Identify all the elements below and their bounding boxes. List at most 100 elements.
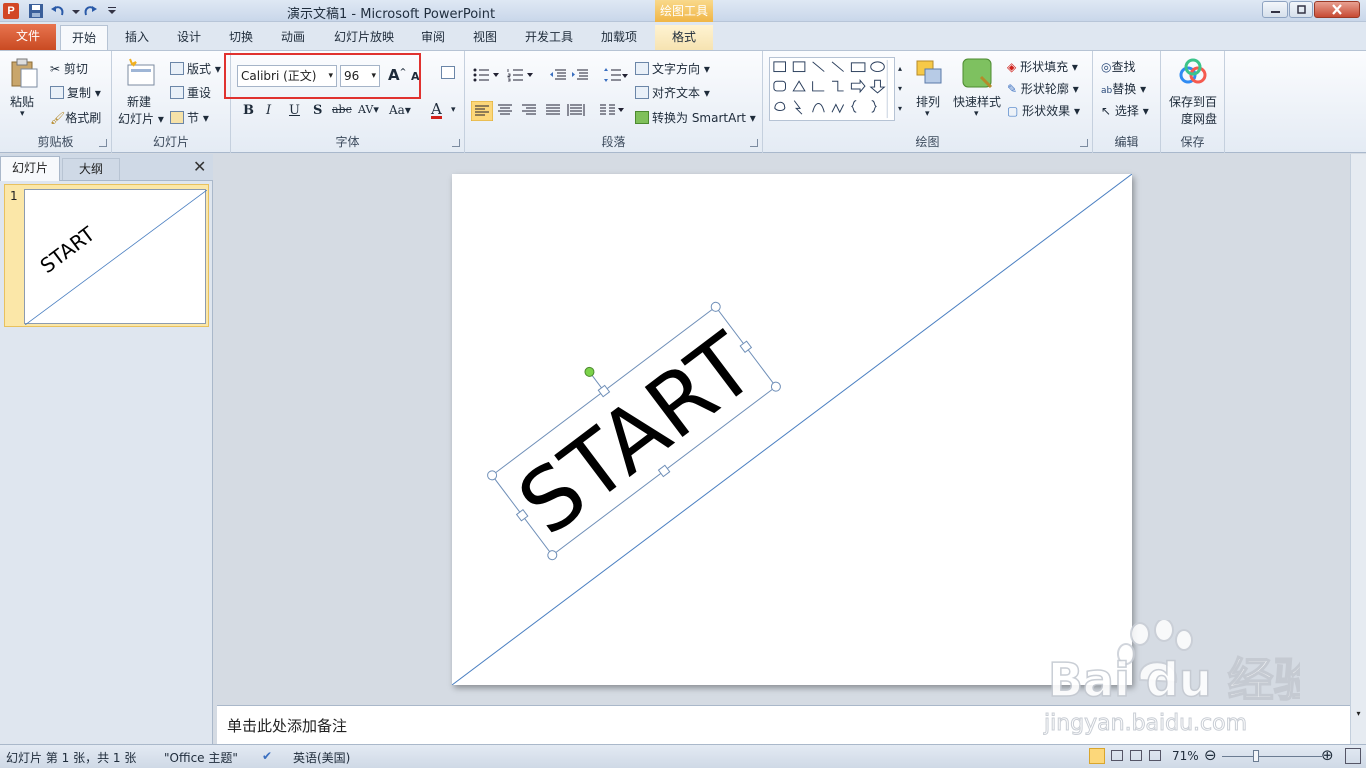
vertical-scrollbar[interactable]: ▾ bbox=[1350, 154, 1366, 744]
notes-pane[interactable]: 单击此处添加备注 bbox=[217, 705, 1350, 744]
arrange-icon[interactable] bbox=[913, 57, 945, 89]
slideshow-icon[interactable] bbox=[1149, 750, 1161, 761]
tab-outline-panel[interactable]: 大纲 bbox=[62, 158, 120, 180]
undo-icon[interactable] bbox=[50, 3, 66, 19]
save-netdisk-label2[interactable]: 度网盘 bbox=[1181, 110, 1217, 127]
resize-handle-bl[interactable] bbox=[546, 549, 559, 562]
slide-canvas[interactable]: START bbox=[451, 173, 1133, 686]
cut-button[interactable]: ✂ 剪切 bbox=[50, 60, 88, 77]
clipboard-launcher-icon[interactable] bbox=[99, 139, 107, 147]
tab-design[interactable]: 设计 bbox=[170, 25, 208, 50]
arrange-dropdown-icon[interactable]: ▾ bbox=[925, 109, 930, 119]
spellcheck-icon[interactable]: ✔ bbox=[262, 749, 272, 763]
paste-icon[interactable] bbox=[8, 57, 40, 89]
slide-sorter-icon[interactable] bbox=[1111, 750, 1123, 761]
convert-smartart-button[interactable]: 转换为 SmartArt ▾ bbox=[635, 109, 756, 126]
shadow-icon[interactable]: S bbox=[313, 103, 322, 118]
scroll-down-icon[interactable]: ▾ bbox=[1352, 709, 1365, 722]
font-color-icon[interactable]: A bbox=[431, 102, 442, 119]
theme-status[interactable]: "Office 主题" bbox=[164, 749, 238, 766]
new-slide-button[interactable]: 幻灯片 ▾ bbox=[118, 110, 164, 127]
copy-button[interactable]: 复制 ▾ bbox=[50, 84, 101, 101]
reset-button[interactable]: 重设 bbox=[170, 84, 211, 101]
tab-format[interactable]: 格式 bbox=[655, 25, 713, 50]
restore-button[interactable] bbox=[1289, 1, 1313, 18]
select-button[interactable]: ↖ 选择 ▾ bbox=[1101, 102, 1149, 119]
bullets-icon[interactable] bbox=[473, 68, 501, 82]
change-case-icon[interactable]: Aa▾ bbox=[389, 103, 411, 117]
fit-to-window-icon[interactable] bbox=[1345, 748, 1361, 764]
quick-styles-icon[interactable] bbox=[961, 57, 993, 89]
tab-slideshow[interactable]: 幻灯片放映 bbox=[326, 25, 402, 50]
reading-view-icon[interactable] bbox=[1130, 750, 1142, 761]
language-status[interactable]: 英语(美国) bbox=[293, 749, 350, 766]
resize-handle-br[interactable] bbox=[770, 380, 783, 393]
close-panel-icon[interactable]: ✕ bbox=[193, 157, 206, 176]
italic-icon[interactable]: I bbox=[266, 103, 271, 118]
tab-transitions[interactable]: 切换 bbox=[222, 25, 260, 50]
tab-developer[interactable]: 开发工具 bbox=[518, 25, 580, 50]
zoom-slider-thumb[interactable] bbox=[1253, 750, 1259, 762]
align-center-icon[interactable] bbox=[497, 103, 513, 117]
clear-formatting-icon[interactable] bbox=[441, 66, 458, 80]
bold-icon[interactable]: B bbox=[243, 103, 254, 118]
columns-icon[interactable] bbox=[599, 103, 625, 117]
tab-addins[interactable]: 加载项 bbox=[594, 25, 644, 50]
save-netdisk-label[interactable]: 保存到百 bbox=[1169, 93, 1217, 110]
resize-handle-tr[interactable] bbox=[709, 301, 722, 314]
zoom-in-icon[interactable]: ⊕ bbox=[1321, 746, 1334, 764]
paste-dropdown-icon[interactable]: ▾ bbox=[20, 109, 25, 119]
resize-handle-right[interactable] bbox=[739, 340, 753, 354]
rotate-handle[interactable] bbox=[583, 366, 596, 379]
slide-thumbnail[interactable]: START bbox=[24, 189, 208, 326]
decrease-indent-icon[interactable] bbox=[549, 68, 567, 82]
quick-styles-button[interactable]: 快速样式 bbox=[953, 93, 1001, 110]
tab-insert[interactable]: 插入 bbox=[118, 25, 156, 50]
tab-view[interactable]: 视图 bbox=[466, 25, 504, 50]
normal-view-icon[interactable] bbox=[1089, 748, 1105, 764]
save-icon[interactable] bbox=[28, 3, 44, 19]
align-text-button[interactable]: 对齐文本 ▾ bbox=[635, 84, 710, 101]
zoom-level[interactable]: 71% bbox=[1172, 749, 1199, 763]
resize-handle-tl[interactable] bbox=[486, 469, 499, 482]
close-button[interactable] bbox=[1314, 1, 1360, 18]
align-left-icon[interactable] bbox=[471, 101, 493, 121]
zoom-out-icon[interactable]: ⊖ bbox=[1204, 746, 1217, 764]
font-color-dropdown-icon[interactable]: ▾ bbox=[451, 105, 456, 115]
align-right-icon[interactable] bbox=[521, 103, 537, 117]
tab-slides-panel[interactable]: 幻灯片 bbox=[0, 156, 60, 181]
tab-file[interactable]: 文件 bbox=[0, 24, 56, 50]
tab-home[interactable]: 开始 bbox=[60, 25, 108, 50]
new-slide-icon[interactable] bbox=[124, 57, 156, 89]
zoom-slider[interactable] bbox=[1222, 756, 1322, 757]
quick-styles-dropdown-icon[interactable]: ▾ bbox=[974, 109, 979, 119]
section-button[interactable]: 节 ▾ bbox=[170, 109, 209, 126]
line-spacing-icon[interactable] bbox=[603, 67, 629, 83]
numbering-icon[interactable] bbox=[507, 68, 535, 82]
new-slide-label[interactable]: 新建 bbox=[127, 93, 151, 110]
slide-thumbnail-item[interactable]: 1 START bbox=[4, 184, 209, 327]
paragraph-launcher-icon[interactable] bbox=[750, 139, 758, 147]
justify-icon[interactable] bbox=[545, 103, 561, 117]
resize-handle-left[interactable] bbox=[515, 508, 529, 522]
distributed-icon[interactable] bbox=[567, 103, 585, 117]
minimize-button[interactable] bbox=[1262, 1, 1288, 18]
shape-outline-button[interactable]: ✎ 形状轮廓 ▾ bbox=[1007, 80, 1079, 97]
strikethrough-icon[interactable]: abc bbox=[332, 103, 352, 116]
diagonal-line[interactable] bbox=[451, 173, 1133, 686]
find-button[interactable]: ◎查找 bbox=[1101, 58, 1136, 75]
layout-button[interactable]: 版式 ▾ bbox=[170, 60, 221, 77]
arrange-button[interactable]: 排列 bbox=[916, 93, 940, 110]
font-launcher-icon[interactable] bbox=[452, 139, 460, 147]
gallery-scroll-icon[interactable]: ▴ ▾ ▾ bbox=[898, 59, 902, 119]
start-text[interactable]: START bbox=[501, 315, 773, 555]
powerpoint-app-icon[interactable]: P bbox=[3, 3, 19, 19]
increase-indent-icon[interactable] bbox=[571, 68, 589, 82]
shape-fill-button[interactable]: ◈ 形状填充 ▾ bbox=[1007, 58, 1078, 75]
text-direction-button[interactable]: 文字方向 ▾ bbox=[635, 60, 710, 77]
tab-review[interactable]: 审阅 bbox=[414, 25, 452, 50]
shapes-gallery[interactable] bbox=[769, 57, 895, 121]
tab-animations[interactable]: 动画 bbox=[274, 25, 312, 50]
customize-qat-icon[interactable] bbox=[104, 3, 120, 19]
paste-button[interactable]: 粘贴 bbox=[10, 93, 34, 110]
